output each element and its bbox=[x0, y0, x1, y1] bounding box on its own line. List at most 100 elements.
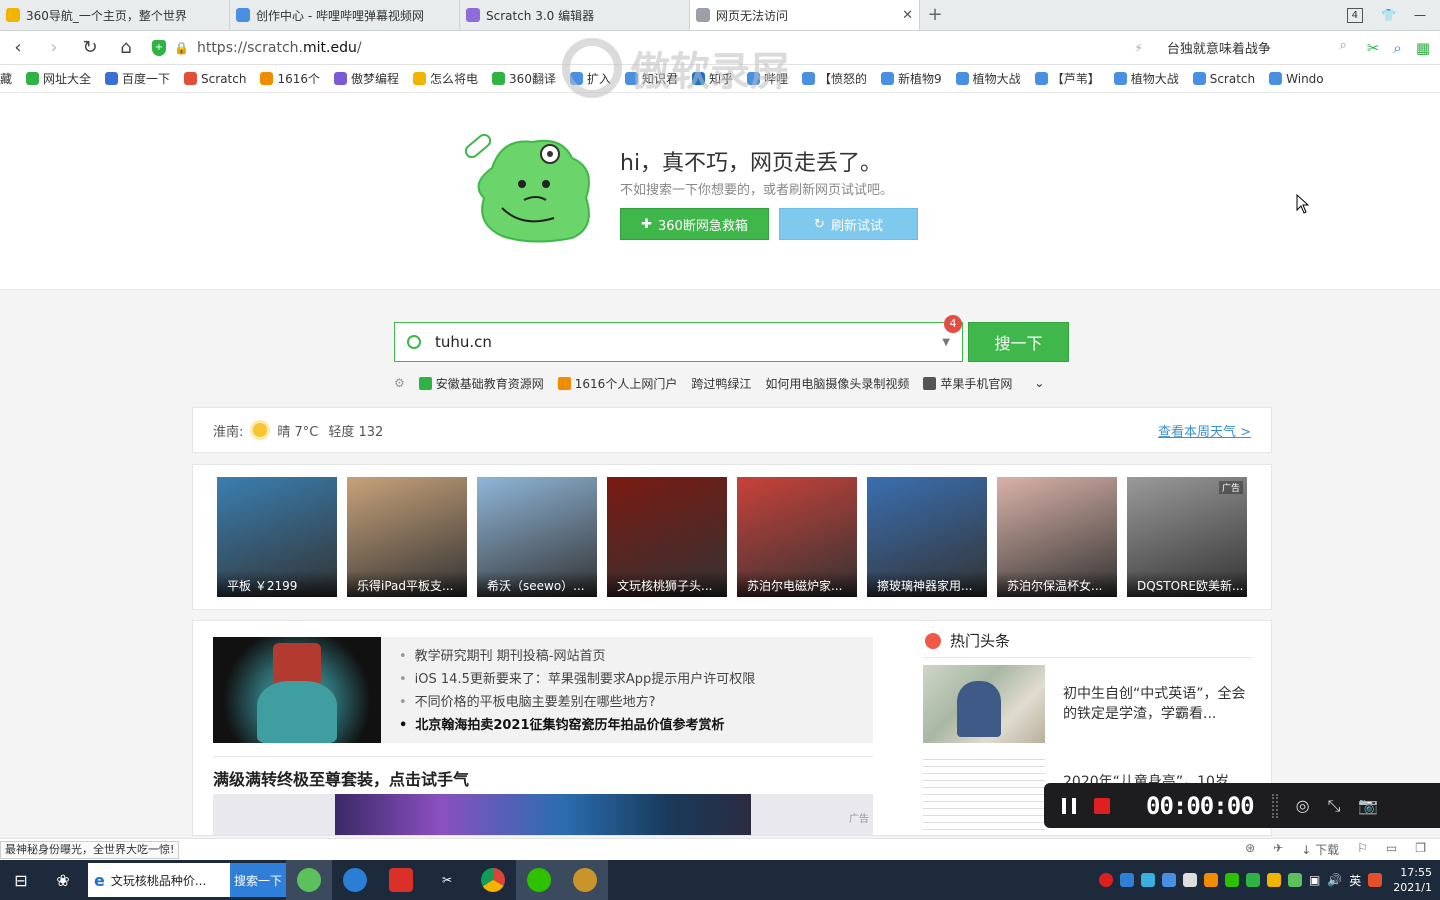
ime-indicator[interactable]: 英 bbox=[1349, 872, 1361, 889]
sogou-icon[interactable] bbox=[1368, 873, 1383, 887]
bookmark-item[interactable]: 植物大战 bbox=[1113, 70, 1179, 87]
taskbar-search-button[interactable]: 搜索一下 bbox=[230, 863, 286, 897]
bookmark-item[interactable]: 怎么将电 bbox=[413, 70, 478, 87]
record-icon[interactable] bbox=[1098, 873, 1113, 887]
360-browser-app[interactable] bbox=[286, 860, 332, 900]
task-view-icon[interactable]: ⊟ bbox=[0, 860, 42, 900]
quick-link[interactable]: 苹果手机官网 bbox=[923, 375, 1012, 392]
list-item[interactable]: 北京翰海拍卖2021征集钧窑瓷历年拍品价值参考赏析 bbox=[399, 714, 873, 737]
stop-icon[interactable] bbox=[1094, 797, 1110, 814]
flag-icon[interactable]: ⚐ bbox=[1357, 841, 1368, 858]
ad-card[interactable]: 希沃（seewo）... bbox=[477, 477, 597, 597]
tray-app-icon[interactable] bbox=[1182, 873, 1197, 887]
pause-icon[interactable] bbox=[1062, 797, 1076, 814]
search-input[interactable]: tuhu.cn ▼ bbox=[394, 322, 963, 362]
bookmark-item[interactable]: 百度一下 bbox=[105, 70, 170, 87]
capcut-app[interactable]: ✂ bbox=[424, 860, 470, 900]
status-message[interactable]: 最神秘身份曝光，全世界大吃一惊! bbox=[0, 840, 180, 859]
ad-card[interactable]: 苏泊尔电磁炉家... bbox=[737, 477, 857, 597]
hot-news-thumbnail[interactable] bbox=[923, 665, 1045, 743]
collapse-icon[interactable]: ⤡ bbox=[1328, 796, 1341, 816]
side-search-field[interactable]: 台独就意味着战争 ⌕ bbox=[1167, 38, 1357, 57]
tab-bilibili[interactable]: 创作中心 - 哔哩哔哩弹幕视频网 bbox=[230, 0, 460, 30]
bookmark-item[interactable]: 藏 bbox=[0, 70, 12, 87]
ie-app[interactable] bbox=[332, 860, 378, 900]
system-clock[interactable]: 17:55 2021/1 bbox=[1389, 865, 1436, 895]
forward-icon[interactable]: › bbox=[36, 37, 72, 58]
bookmark-item[interactable]: 【愤怒的 bbox=[802, 70, 867, 87]
bookmark-item[interactable]: 360翻译 bbox=[492, 70, 556, 87]
new-tab-button[interactable]: + bbox=[920, 0, 950, 30]
ad-card[interactable]: 文玩核桃狮子头... bbox=[607, 477, 727, 597]
search-button[interactable]: 搜一下 bbox=[968, 322, 1069, 362]
search-icon[interactable]: ⌕ bbox=[1340, 38, 1347, 57]
refresh-button[interactable]: ↻ 刷新试试 bbox=[779, 208, 918, 240]
back-icon[interactable]: ‹ bbox=[0, 37, 36, 58]
tab-360-nav[interactable]: 360导航_一个主页，整个世界 bbox=[0, 0, 230, 30]
tab-count-badge[interactable]: 4 bbox=[1346, 7, 1364, 23]
quick-link[interactable]: 跨过鸭绿江 bbox=[691, 375, 751, 392]
tray-app-icon[interactable] bbox=[1161, 873, 1176, 887]
promo-banner[interactable]: 广告 bbox=[213, 794, 873, 835]
drag-handle-icon[interactable] bbox=[1271, 793, 1278, 818]
bookmark-item[interactable]: 植物大战 bbox=[955, 70, 1021, 87]
speed-icon[interactable]: ⊛ bbox=[1245, 841, 1255, 858]
news-thumbnail[interactable] bbox=[213, 637, 381, 743]
ad-card[interactable]: 乐得iPad平板支... bbox=[347, 477, 467, 597]
screenshot-region-icon[interactable]: ◎ bbox=[1296, 796, 1310, 815]
chevron-down-icon[interactable]: ⌄ bbox=[1034, 376, 1044, 390]
bookmark-item[interactable]: 新植物9 bbox=[881, 70, 942, 87]
ad-card[interactable]: DQSTORE欧美新... 广告 bbox=[1127, 477, 1247, 597]
hot-news-thumbnail[interactable] bbox=[923, 753, 1045, 835]
emergency-kit-button[interactable]: ✚ 360断网急救箱 bbox=[620, 208, 769, 240]
bookmark-item[interactable]: 【芦苇】 bbox=[1034, 70, 1100, 87]
restore-icon[interactable]: ❐ bbox=[1415, 841, 1426, 858]
bookmark-item[interactable]: Scratch bbox=[184, 72, 246, 86]
tray-app-icon[interactable] bbox=[1266, 873, 1281, 887]
quick-link[interactable]: 1616个人上网门户 bbox=[557, 375, 677, 392]
ad-card[interactable]: 擦玻璃神器家用... bbox=[867, 477, 987, 597]
bookmark-item[interactable]: 1616个 bbox=[260, 70, 320, 87]
ad-card[interactable]: 苏泊尔保温杯女... bbox=[997, 477, 1117, 597]
bookmark-item[interactable]: Windo bbox=[1269, 72, 1324, 86]
pin-icon[interactable]: ✈ bbox=[1273, 841, 1283, 858]
lightning-icon[interactable]: ⚡ bbox=[1134, 41, 1142, 55]
promo-headline[interactable]: 满级满转终极至尊套装，点击试手气 bbox=[213, 766, 469, 790]
tab-page-unreachable[interactable]: 网页无法访问 ✕ bbox=[690, 0, 920, 30]
network-icon[interactable]: ▣ bbox=[1309, 873, 1320, 887]
skin-icon[interactable]: 👕 bbox=[1381, 8, 1396, 22]
recorder-app[interactable] bbox=[562, 860, 608, 900]
tray-app-icon[interactable] bbox=[1287, 873, 1302, 887]
scissors-icon[interactable]: ✂ bbox=[1367, 39, 1380, 57]
list-item[interactable]: 教学研究期刊 期刊投稿-网站首页 bbox=[399, 645, 873, 668]
gear-icon[interactable]: ⚙ bbox=[394, 376, 405, 390]
camera-icon[interactable]: 📷 bbox=[1358, 796, 1378, 815]
wechat-app[interactable] bbox=[516, 860, 562, 900]
bookmark-item[interactable]: 网址大全 bbox=[26, 70, 91, 87]
weekly-weather-link[interactable]: 查看本周天气 > bbox=[1158, 421, 1251, 440]
list-item[interactable]: iOS 14.5更新要来了：苹果强制要求App提示用户许可权限 bbox=[399, 668, 873, 691]
chevron-down-icon[interactable]: ▼ bbox=[942, 337, 950, 348]
taskbar-active-window[interactable]: e 文玩核桃品种价... bbox=[88, 863, 230, 897]
tab-scratch[interactable]: Scratch 3.0 编辑器 bbox=[460, 0, 690, 30]
refresh-icon[interactable]: ↻ bbox=[72, 37, 108, 58]
close-icon[interactable]: ✕ bbox=[902, 8, 913, 23]
bookmark-item[interactable]: Scratch bbox=[1192, 72, 1255, 86]
magnifier-icon[interactable]: ⌕ bbox=[1393, 39, 1401, 57]
home-icon[interactable]: ⌂ bbox=[108, 37, 144, 58]
ad-card[interactable]: 平板 ￥2199 bbox=[217, 477, 337, 597]
quick-link[interactable]: 安徽基础教育资源网 bbox=[418, 375, 544, 392]
tray-app-icon[interactable] bbox=[1203, 873, 1218, 887]
bookmark-item[interactable]: 傲梦编程 bbox=[334, 70, 399, 87]
list-item[interactable]: 不同价格的平板电脑主要差别在哪些地方? bbox=[399, 691, 873, 714]
volume-icon[interactable]: 🔊 bbox=[1327, 873, 1342, 887]
hot-news-item[interactable]: 初中生自创“中式英语”，全会的铁定是学渣，学霸看... bbox=[1063, 684, 1253, 724]
wechat-tray-icon[interactable] bbox=[1224, 873, 1239, 887]
tray-app-icon[interactable] bbox=[1119, 873, 1134, 887]
tray-app-icon[interactable] bbox=[1140, 873, 1155, 887]
shield-tray-icon[interactable] bbox=[1245, 873, 1260, 887]
assistant-icon[interactable]: ❀ bbox=[42, 860, 84, 900]
video-app[interactable] bbox=[378, 860, 424, 900]
quick-link[interactable]: 如何用电脑摄像头录制视频 bbox=[765, 375, 909, 392]
minimize-icon[interactable]: — bbox=[1414, 8, 1426, 22]
